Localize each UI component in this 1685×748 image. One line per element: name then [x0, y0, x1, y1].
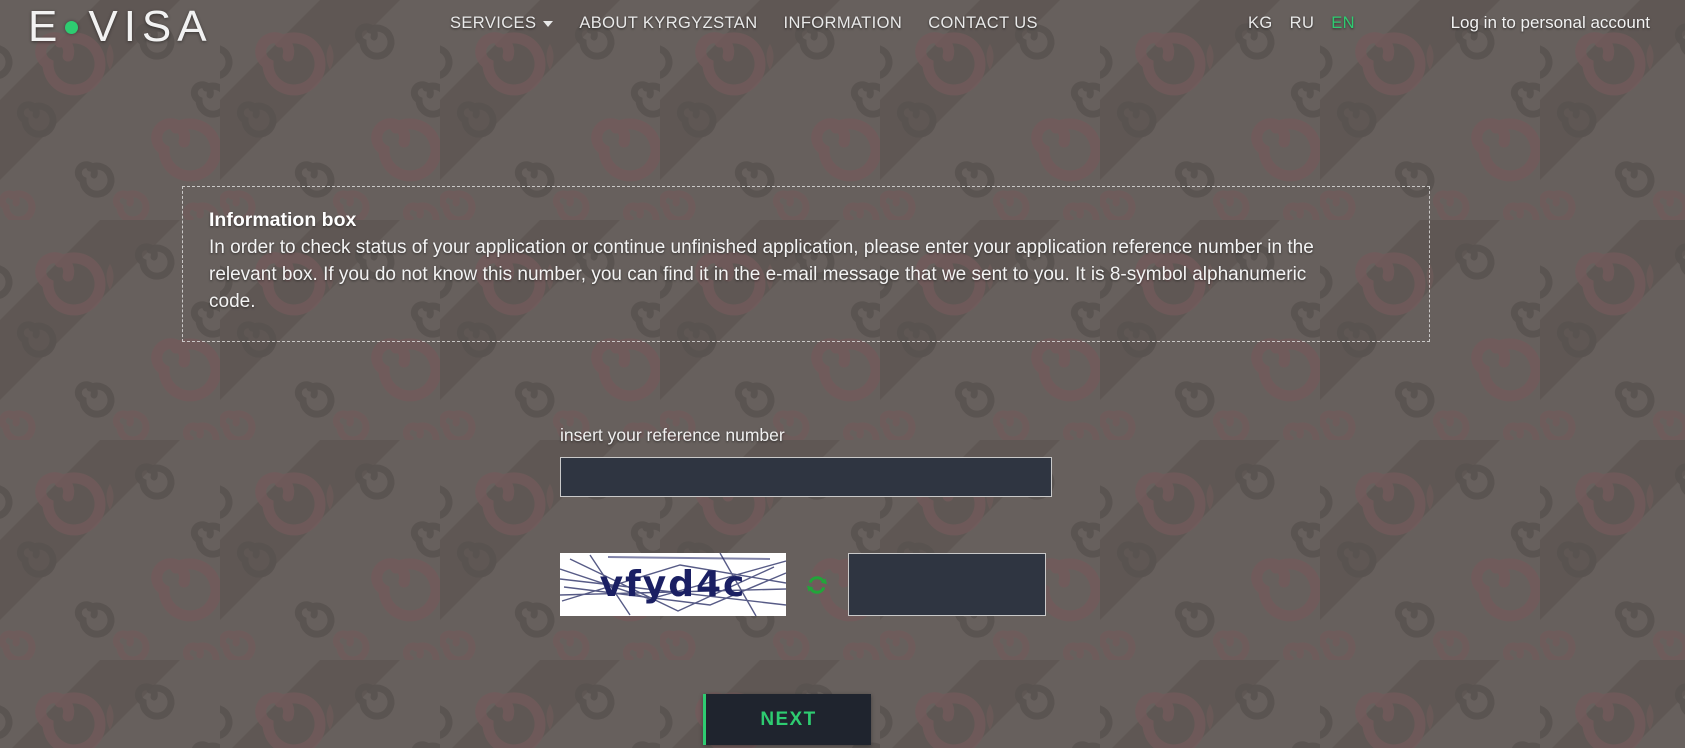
chevron-down-icon	[543, 21, 554, 27]
language-selector: KG RU EN	[1248, 0, 1355, 46]
evisa-page: E VISA SERVICES ABOUT KYRGYZSTAN INFORMA…	[0, 0, 1685, 748]
lang-option-ru[interactable]: RU	[1290, 14, 1315, 33]
nav-item-about-kyrgyzstan[interactable]: ABOUT KYRGYZSTAN	[579, 14, 757, 33]
site-header: E VISA SERVICES ABOUT KYRGYZSTAN INFORMA…	[0, 0, 1685, 51]
nav-item-services[interactable]: SERVICES	[450, 13, 554, 33]
main-navigation: SERVICES ABOUT KYRGYZSTAN INFORMATION CO…	[450, 0, 1038, 46]
nav-item-information[interactable]: INFORMATION	[784, 14, 903, 33]
lang-option-en[interactable]: EN	[1331, 14, 1355, 33]
captcha-row: vfyd4c	[560, 553, 1052, 616]
nav-label: INFORMATION	[783, 13, 903, 32]
captcha-image: vfyd4c	[560, 553, 786, 616]
logo-word: VISA	[88, 2, 213, 51]
refresh-icon-glyph	[806, 575, 828, 594]
logo-letter: E	[28, 2, 64, 51]
nav-label: SERVICES	[450, 13, 537, 32]
login-link[interactable]: Log in to personal account	[1451, 0, 1650, 46]
logo-dot-icon	[65, 20, 79, 34]
reference-form: insert your reference number vfyd4c	[560, 425, 1052, 616]
logo[interactable]: E VISA	[28, 2, 213, 52]
nav-item-contact-us[interactable]: CONTACT US	[928, 14, 1038, 33]
reference-number-label: insert your reference number	[560, 425, 785, 445]
lang-option-kg[interactable]: KG	[1248, 14, 1273, 33]
background-overlay	[0, 0, 1685, 748]
nav-label: ABOUT KYRGYZSTAN	[579, 13, 758, 32]
information-box-text: In order to check status of your applica…	[209, 237, 1314, 312]
information-box-title: Information box	[209, 209, 357, 231]
captcha-text: vfyd4c	[599, 564, 747, 605]
information-box: Information box In order to check status…	[182, 186, 1430, 342]
next-button[interactable]: NEXT	[703, 694, 871, 745]
captcha-input[interactable]	[848, 553, 1046, 616]
refresh-icon[interactable]	[802, 570, 832, 600]
nav-label: CONTACT US	[928, 13, 1038, 32]
reference-number-input[interactable]	[560, 457, 1052, 497]
